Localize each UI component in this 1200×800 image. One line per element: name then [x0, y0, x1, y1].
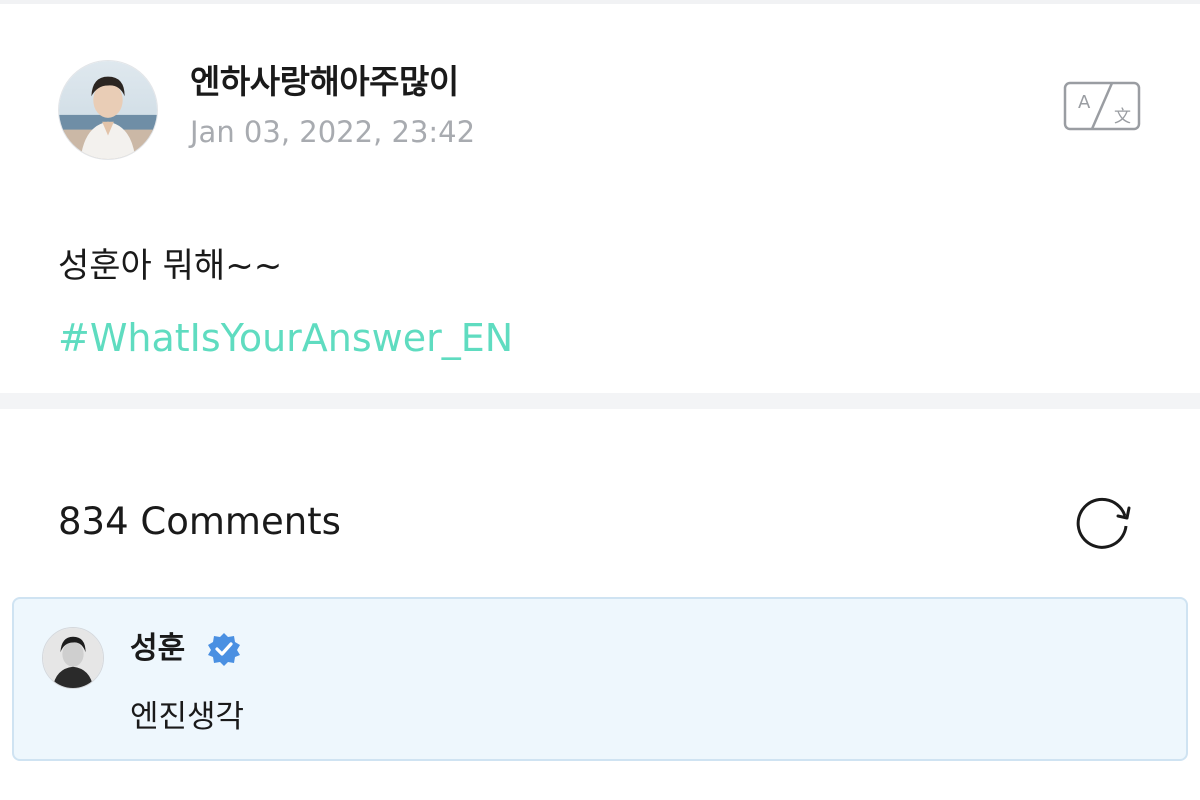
comment-author-name[interactable]: 성훈: [130, 627, 185, 671]
translate-icon: A 文: [1063, 81, 1141, 131]
post-body-text: 성훈아 뭐해~~: [58, 246, 283, 286]
artist-photo-icon: [43, 628, 103, 688]
comment-text: 엔진생각: [130, 699, 245, 735]
section-divider: [0, 393, 1200, 409]
translate-button[interactable]: A 文: [1062, 80, 1142, 132]
top-divider: [0, 0, 1200, 4]
svg-text:文: 文: [1114, 107, 1131, 127]
svg-text:A: A: [1078, 92, 1091, 113]
post-detail-page: 엔하사랑해아주많이 Jan 03, 2022, 23:42 A 文 성훈아 뭐해…: [0, 0, 1200, 800]
comment-author-avatar[interactable]: [42, 627, 104, 689]
refresh-icon: [1076, 497, 1131, 549]
comments-count: 834 Comments: [58, 500, 341, 543]
profile-photo-icon: [59, 61, 157, 159]
post-timestamp: Jan 03, 2022, 23:42: [190, 115, 476, 149]
post-hashtag-link[interactable]: #WhatIsYourAnswer_EN: [58, 310, 513, 366]
refresh-comments-button[interactable]: [1073, 494, 1133, 550]
comment-card[interactable]: 성훈 엔진생각: [12, 597, 1188, 761]
post-author-name[interactable]: 엔하사랑해아주많이: [190, 58, 459, 106]
post-author-avatar[interactable]: [58, 60, 158, 160]
verified-badge-icon: [206, 631, 242, 667]
